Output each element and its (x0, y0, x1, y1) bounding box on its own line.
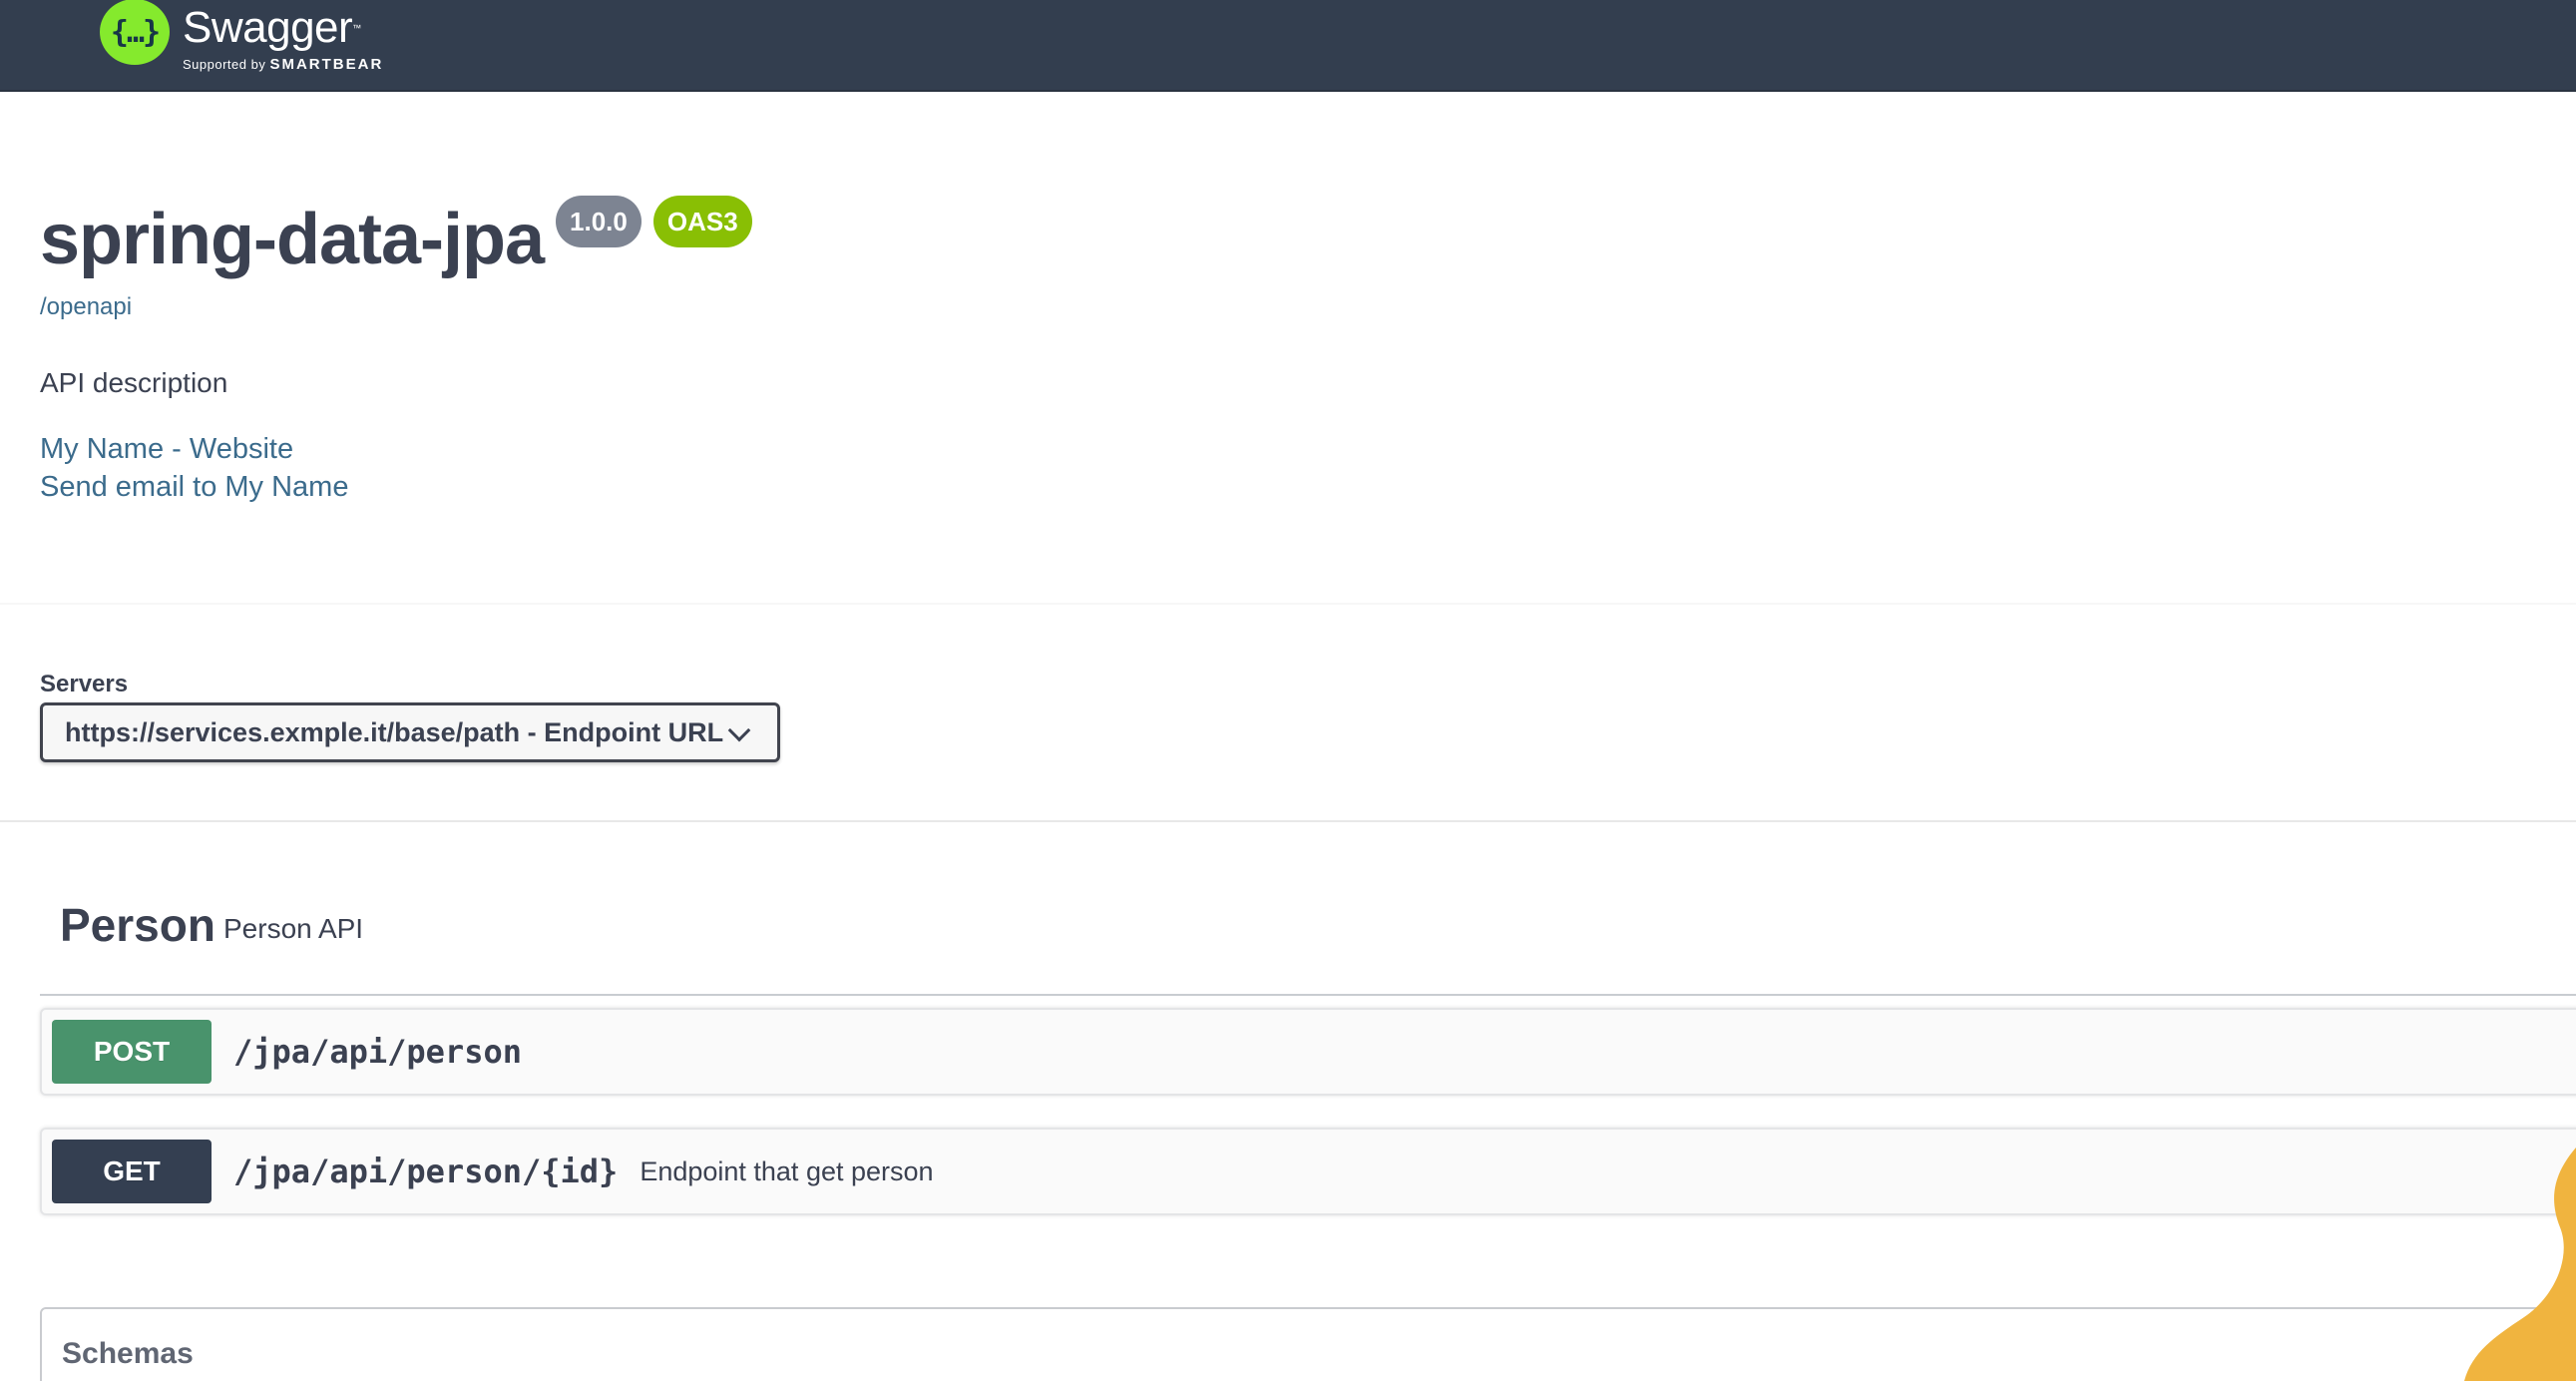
contact-email-link[interactable]: Send email to My Name (40, 471, 348, 504)
servers-label: Servers (40, 671, 129, 697)
servers-selected-value: https://services.exmple.it/base/path - E… (65, 716, 724, 747)
logo-sub-prefix: Supported by (183, 57, 266, 72)
logo-title: Swagger™ (183, 0, 383, 56)
blob-shape (2464, 1148, 2576, 1381)
api-description: API description (40, 367, 228, 398)
logo-trademark: ™ (352, 23, 361, 33)
logo-glyph: {…} (110, 14, 161, 50)
api-title: spring-data-jpa (40, 200, 545, 279)
top-bar: {…} Swagger™ Supported by SMARTBEAR (0, 0, 2576, 92)
schemas-section[interactable]: Schemas (40, 1307, 2576, 1381)
section-divider (0, 820, 2576, 822)
swagger-logo-icon: {…} (100, 0, 170, 65)
tag-person-title[interactable]: Person (60, 898, 215, 952)
tag-underline (40, 994, 2576, 996)
info-divider (0, 603, 2576, 605)
swagger-logo[interactable]: {…} Swagger™ Supported by SMARTBEAR (100, 0, 383, 73)
operation-summary: Endpoint that get person (640, 1155, 934, 1186)
logo-subtitle: Supported by SMARTBEAR (183, 56, 383, 73)
operation-get-person-by-id[interactable]: GET /jpa/api/person/{id} Endpoint that g… (40, 1128, 2576, 1215)
operation-path: /jpa/api/person/{id} (233, 1152, 619, 1190)
chevron-down-icon (727, 718, 751, 742)
oas-badge: OAS3 (652, 196, 752, 247)
method-badge-post: POST (52, 1020, 212, 1084)
operation-path: /jpa/api/person (233, 1033, 522, 1071)
logo-text: Swagger™ Supported by SMARTBEAR (183, 0, 383, 73)
contact-website-link[interactable]: My Name - Website (40, 433, 293, 466)
version-badge: 1.0.0 (556, 196, 642, 247)
schemas-title: Schemas (62, 1337, 194, 1370)
servers-select[interactable]: https://services.exmple.it/base/path - E… (40, 702, 780, 762)
operation-post-person[interactable]: POST /jpa/api/person (40, 1008, 2576, 1096)
tag-person-description: Person API (223, 913, 364, 944)
decorative-blob-icon (2464, 1148, 2576, 1381)
spec-url-link[interactable]: /openapi (40, 293, 132, 321)
logo-name: Swagger (183, 3, 353, 52)
title-row: spring-data-jpa 1.0.0 OAS3 (40, 190, 752, 289)
method-badge-get: GET (52, 1140, 212, 1203)
logo-sub-brand: SMARTBEAR (269, 56, 384, 73)
